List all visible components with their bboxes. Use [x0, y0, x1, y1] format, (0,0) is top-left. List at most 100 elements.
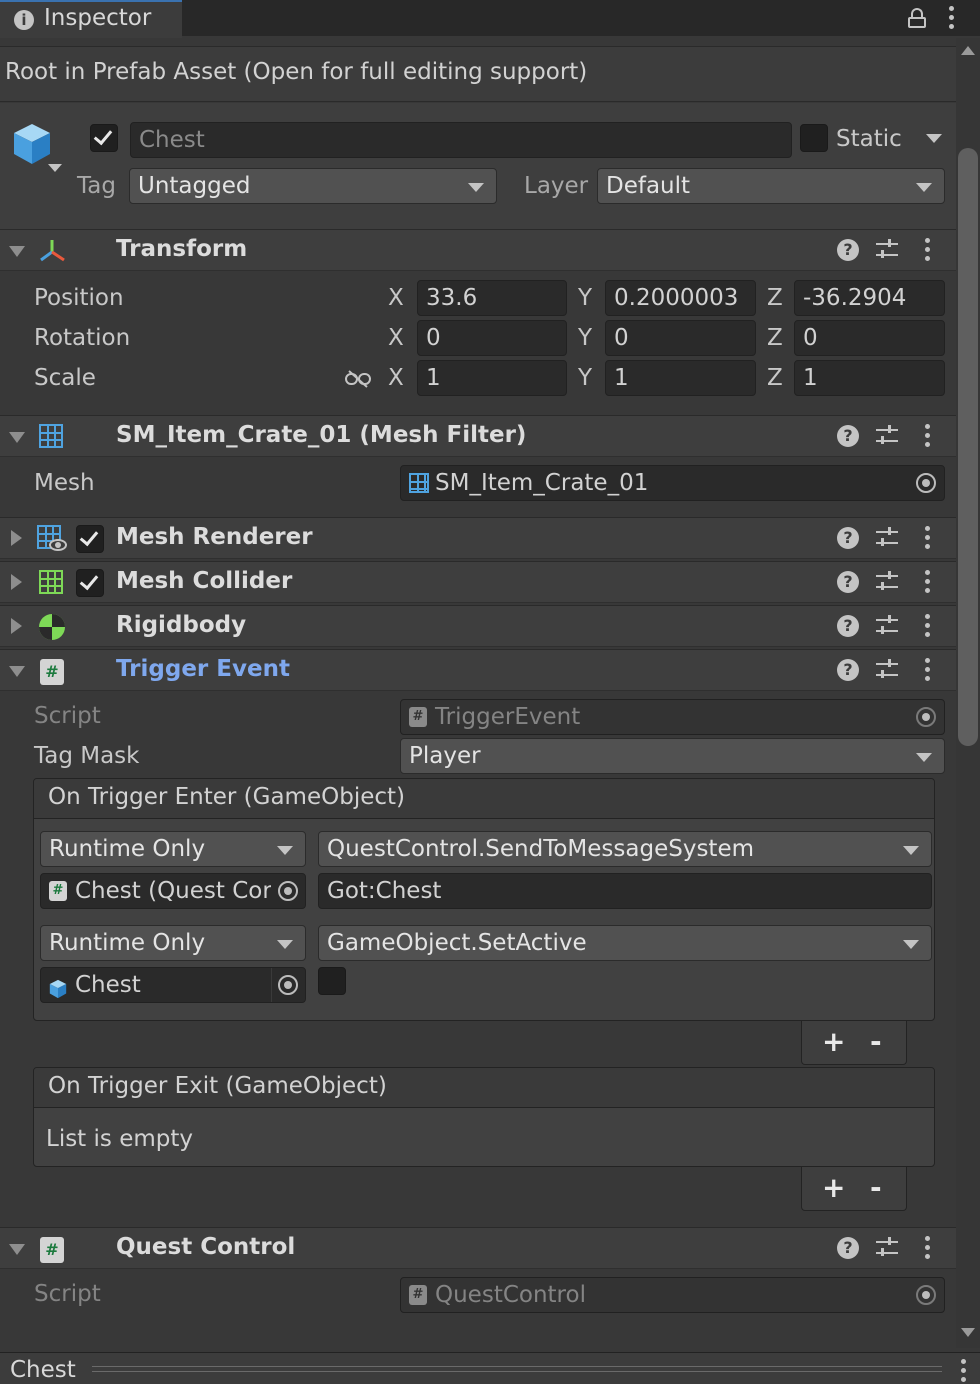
quest-control-header[interactable]: # Quest Control ? [0, 1227, 956, 1269]
static-label: Static [836, 126, 902, 152]
tag-mask-dropdown[interactable]: Player [400, 738, 945, 774]
add-listener-button[interactable]: + [822, 1171, 845, 1204]
component-menu-icon[interactable] [925, 658, 931, 682]
scale-y-field[interactable]: 1 [605, 360, 756, 396]
scale-x-field[interactable]: 1 [417, 360, 567, 396]
mesh-renderer-header[interactable]: Mesh Renderer ? [0, 517, 956, 559]
tab-menu-icon[interactable] [949, 6, 955, 30]
position-x-field[interactable]: 33.6 [417, 280, 567, 316]
foldout-expanded-icon[interactable] [9, 666, 25, 677]
preview-bar[interactable]: Chest [0, 1352, 980, 1384]
rotation-y-field[interactable]: 0 [605, 320, 756, 356]
presets-icon[interactable] [876, 526, 898, 550]
component-menu-icon[interactable] [925, 1236, 931, 1260]
foldout-expanded-icon[interactable] [9, 1244, 25, 1255]
component-menu-icon[interactable] [925, 570, 931, 594]
object-picker-icon[interactable] [916, 473, 936, 493]
argument-bool-checkbox[interactable] [318, 967, 346, 995]
rotation-z-field[interactable]: 0 [794, 320, 945, 356]
help-icon[interactable]: ? [837, 659, 859, 681]
object-picker-icon[interactable] [278, 881, 298, 901]
runtime-mode-dropdown[interactable]: Runtime Only [40, 925, 306, 961]
transform-header[interactable]: Transform ? [0, 229, 956, 271]
foldout-collapsed-icon[interactable] [11, 574, 22, 590]
preview-menu-icon[interactable] [961, 1359, 967, 1383]
constrain-proportions-icon[interactable] [345, 368, 371, 388]
remove-listener-button[interactable]: - [870, 1171, 882, 1204]
tag-dropdown[interactable]: Untagged [129, 168, 497, 204]
name-field[interactable]: Chest [130, 122, 792, 158]
foldout-collapsed-icon[interactable] [11, 618, 22, 634]
axis-z-label: Z [767, 325, 783, 351]
static-checkbox[interactable] [800, 124, 828, 152]
chevron-down-icon [903, 940, 919, 949]
mesh-collider-enabled-checkbox[interactable] [76, 569, 104, 597]
function-dropdown[interactable]: GameObject.SetActive [318, 925, 932, 961]
inspector-tab[interactable]: i Inspector [0, 0, 182, 38]
foldout-expanded-icon[interactable] [9, 246, 25, 257]
presets-icon[interactable] [876, 570, 898, 594]
position-z-field[interactable]: -36.2904 [794, 280, 945, 316]
foldout-collapsed-icon[interactable] [11, 530, 22, 546]
presets-icon[interactable] [876, 1236, 898, 1260]
scroll-down-icon[interactable] [961, 1328, 975, 1337]
runtime-mode-value: Runtime Only [49, 836, 206, 862]
foldout-expanded-icon[interactable] [9, 432, 25, 443]
component-menu-icon[interactable] [925, 238, 931, 262]
scale-z-field[interactable]: 1 [794, 360, 945, 396]
prefab-notice-bar: Root in Prefab Asset (Open for full edit… [0, 46, 956, 102]
argument-string-field[interactable]: Got:Chest [318, 873, 932, 909]
component-menu-icon[interactable] [925, 614, 931, 638]
axis-x-label: X [388, 285, 404, 311]
layer-dropdown[interactable]: Default [597, 168, 945, 204]
function-value: GameObject.SetActive [327, 930, 587, 956]
check-icon [93, 125, 113, 146]
object-picker-icon [916, 1285, 936, 1305]
component-menu-icon[interactable] [925, 526, 931, 550]
icon-dropdown-caret[interactable] [48, 164, 62, 172]
target-object-field[interactable]: # Chest (Quest Cor [40, 873, 306, 909]
help-icon[interactable]: ? [837, 615, 859, 637]
component-menu-icon[interactable] [925, 424, 931, 448]
trigger-event-header[interactable]: # Trigger Event ? [0, 649, 956, 691]
target-object-field[interactable]: Chest [40, 967, 306, 1003]
help-icon[interactable]: ? [837, 425, 859, 447]
axis-z-label: Z [767, 285, 783, 311]
add-listener-button[interactable]: + [822, 1025, 845, 1058]
mesh-filter-header[interactable]: SM_Item_Crate_01 (Mesh Filter) ? [0, 415, 956, 457]
mesh-collider-icon [39, 570, 63, 594]
trigger-event-title[interactable]: Trigger Event [116, 656, 290, 682]
scrollbar[interactable] [956, 38, 980, 1348]
presets-icon[interactable] [876, 238, 898, 262]
help-icon[interactable]: ? [837, 239, 859, 261]
position-y-field[interactable]: 0.2000003 [605, 280, 756, 316]
scroll-up-icon[interactable] [961, 46, 975, 55]
remove-listener-button[interactable]: - [870, 1025, 882, 1058]
mesh-object-field[interactable]: SM_Item_Crate_01 [400, 465, 945, 501]
info-icon: i [14, 10, 34, 30]
drag-handle[interactable] [92, 1366, 942, 1372]
mesh-renderer-enabled-checkbox[interactable] [76, 525, 104, 553]
on-trigger-enter-title: On Trigger Enter (GameObject) [48, 784, 405, 810]
gameobject-cube-icon[interactable] [10, 122, 54, 166]
mesh-renderer-title: Mesh Renderer [116, 524, 313, 550]
mesh-collider-header[interactable]: Mesh Collider ? [0, 561, 956, 603]
help-icon[interactable]: ? [837, 1237, 859, 1259]
rigidbody-header[interactable]: Rigidbody ? [0, 605, 956, 647]
help-icon[interactable]: ? [837, 527, 859, 549]
rotation-x-field[interactable]: 0 [417, 320, 567, 356]
object-picker-icon[interactable] [278, 975, 298, 995]
function-dropdown[interactable]: QuestControl.SendToMessageSystem [318, 831, 932, 867]
script-icon: # [409, 1285, 427, 1305]
static-dropdown-caret[interactable] [926, 134, 942, 143]
mesh-icon [409, 473, 429, 493]
presets-icon[interactable] [876, 614, 898, 638]
runtime-mode-dropdown[interactable]: Runtime Only [40, 831, 306, 867]
presets-icon[interactable] [876, 658, 898, 682]
active-checkbox[interactable] [90, 124, 118, 152]
scrollbar-thumb[interactable] [958, 148, 978, 746]
help-icon[interactable]: ? [837, 571, 859, 593]
lock-icon[interactable] [908, 8, 926, 28]
axis-y-label: Y [578, 325, 593, 351]
presets-icon[interactable] [876, 424, 898, 448]
